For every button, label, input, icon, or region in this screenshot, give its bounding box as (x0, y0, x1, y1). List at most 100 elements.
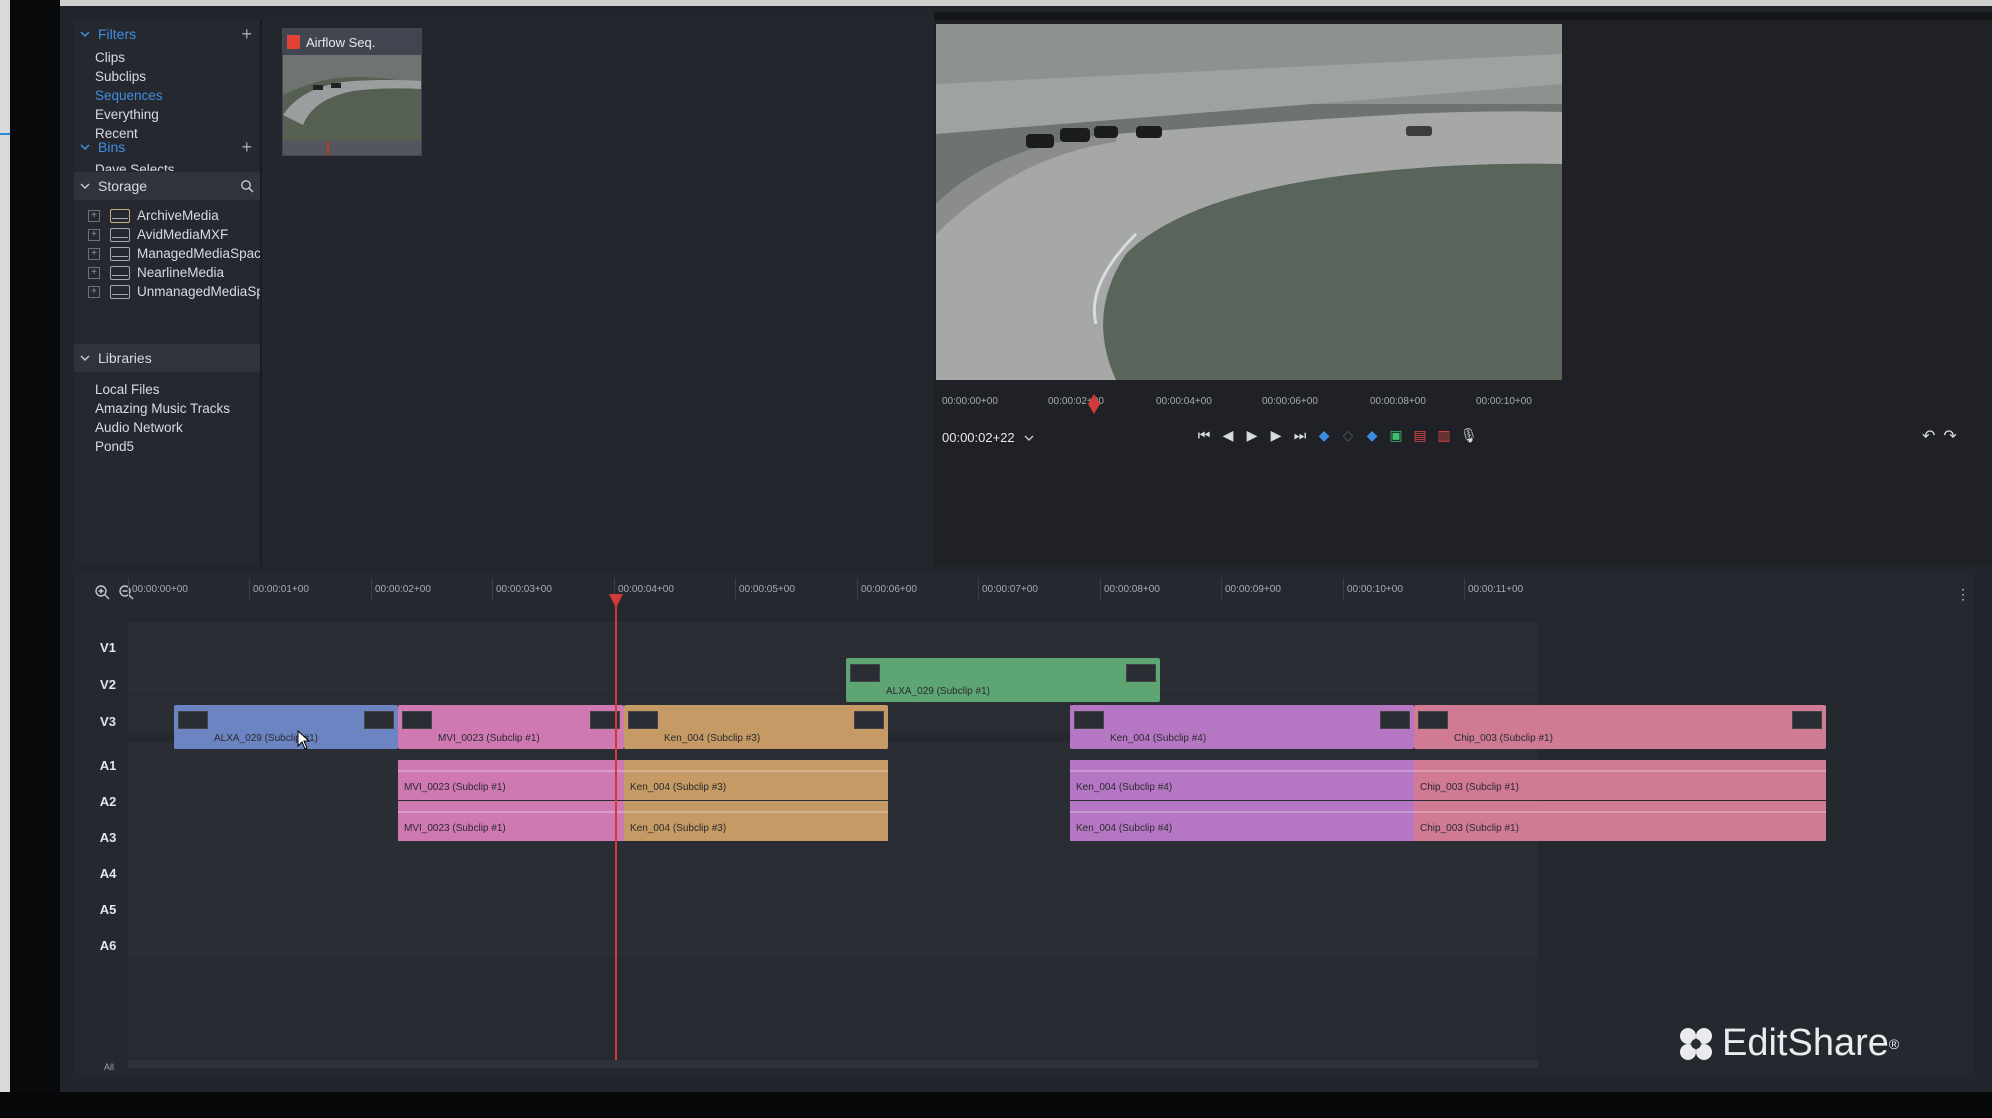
mark-out-icon[interactable]: ◆ (1364, 427, 1380, 444)
zoom-in-icon[interactable] (94, 584, 110, 600)
sequence-thumbnail[interactable]: Airflow Seq. (282, 28, 422, 156)
track-label-a6[interactable]: A6 (88, 938, 128, 953)
step-back-icon[interactable]: ◀ (1220, 427, 1236, 444)
clip-v3-alxa[interactable]: ALXA_029 (Subclip #1) (174, 705, 398, 749)
track-a4[interactable] (128, 850, 1538, 886)
filter-item-subclips[interactable]: Subclips (95, 69, 146, 84)
storage-item-nearlinemedia[interactable]: + NearlineMedia (88, 265, 224, 280)
search-icon[interactable] (240, 179, 254, 193)
redo-icon[interactable]: ↷ (1943, 426, 1956, 446)
timeline-playhead[interactable] (615, 594, 617, 1064)
track-v2[interactable] (128, 659, 1538, 695)
clip-label: ALXA_029 (Subclip #1) (886, 686, 990, 697)
track-label-a3[interactable]: A3 (88, 830, 128, 845)
expand-icon[interactable]: + (88, 209, 100, 222)
library-item-local-files[interactable]: Local Files (95, 382, 160, 397)
timeline-menu-icon[interactable]: ⋮ (1956, 586, 1970, 603)
go-to-end-icon[interactable]: ⏭ (1292, 427, 1308, 444)
filter-item-clips[interactable]: Clips (95, 50, 125, 65)
track-a6[interactable] (128, 922, 1538, 958)
drive-icon (110, 227, 130, 242)
clip-a1-mvi[interactable]: MVI_0023 (Subclip #1) (398, 760, 624, 800)
bins-section-header[interactable]: Bins + (74, 133, 260, 161)
viewer-header (934, 12, 1992, 20)
filter-item-sequences[interactable]: Sequences (95, 88, 163, 103)
storage-item-unmanagedmediaspace[interactable]: + UnmanagedMediaSp (88, 284, 264, 299)
clip-v3-ken-3[interactable]: Ken_004 (Subclip #3) (624, 705, 888, 749)
track-label-v1[interactable]: V1 (88, 640, 128, 655)
play-icon[interactable]: ▶ (1244, 427, 1260, 444)
thumbnail-scrub-bar[interactable] (283, 141, 421, 155)
clip-label: Ken_004 (Subclip #4) (1110, 733, 1207, 744)
track-label-v2[interactable]: V2 (88, 677, 128, 692)
track-label-a5[interactable]: A5 (88, 902, 128, 917)
library-item-amazing-music-tracks[interactable]: Amazing Music Tracks (95, 401, 230, 416)
step-forward-icon[interactable]: ▶ (1268, 427, 1284, 444)
clip-a1-chip[interactable]: Chip_003 (Subclip #1) (1414, 760, 1826, 800)
libraries-section-header[interactable]: Libraries (74, 344, 260, 372)
drive-icon (110, 208, 130, 223)
timeline-ruler[interactable]: 00:00:00+00 00:00:01+00 00:00:02+00 00:0… (128, 576, 1538, 602)
timeline-horizontal-scrollbar[interactable] (128, 1060, 1538, 1068)
clip-v3-mvi[interactable]: MVI_0023 (Subclip #1) (398, 705, 624, 749)
video-frame[interactable] (936, 24, 1562, 380)
viewer-playhead-icon[interactable] (1088, 394, 1100, 414)
storage-item-avidmediamxf[interactable]: + AvidMediaMXF (88, 227, 228, 242)
extract-icon[interactable]: ▥ (1436, 427, 1452, 444)
timeline-panel: 00:00:00+00 00:00:01+00 00:00:02+00 00:0… (74, 574, 1974, 1078)
editor-app: Filters + Clips Subclips Sequences Every… (60, 6, 1992, 1092)
track-a5[interactable] (128, 886, 1538, 922)
library-item-pond5[interactable]: Pond5 (95, 439, 134, 454)
track-label-a1[interactable]: A1 (88, 758, 128, 773)
storage-item-archivemedia[interactable]: + ArchiveMedia (88, 208, 219, 223)
storage-item-managedmediaspace[interactable]: + ManagedMediaSpac (88, 246, 261, 261)
undo-icon[interactable]: ↶ (1922, 426, 1935, 446)
clip-v2-alxa[interactable]: ALXA_029 (Subclip #1) (846, 658, 1160, 702)
track-label-a4[interactable]: A4 (88, 866, 128, 881)
chevron-down-icon (80, 183, 90, 190)
clip-v3-chip[interactable]: Chip_003 (Subclip #1) (1414, 705, 1826, 749)
expand-icon[interactable]: + (88, 266, 100, 279)
clip-a1-ken-3[interactable]: Ken_004 (Subclip #3) (624, 760, 888, 800)
logo-text: EditShare (1722, 1022, 1889, 1064)
add-marker-icon[interactable]: ▣ (1388, 427, 1404, 444)
track-label-v3[interactable]: V3 (88, 714, 128, 729)
library-item-audio-network[interactable]: Audio Network (95, 420, 183, 435)
all-tracks-label[interactable]: All (104, 1062, 114, 1072)
playhead-handle[interactable] (609, 594, 623, 608)
clip-a2-ken-3[interactable]: Ken_004 (Subclip #3) (624, 801, 888, 841)
storage-section-header[interactable]: Storage (74, 172, 260, 200)
audio-waveform (1070, 811, 1414, 813)
go-to-start-icon[interactable]: ⏮ (1196, 427, 1212, 444)
bin-item-dave-selects[interactable]: Dave Selects (95, 163, 175, 171)
viewer-ruler[interactable]: 00:00:00+00 00:00:02+00 00:00:04+00 00:0… (934, 392, 1574, 416)
clip-a2-ken-4[interactable]: Ken_004 (Subclip #4) (1070, 801, 1414, 841)
clip-v3-ken-4[interactable]: Ken_004 (Subclip #4) (1070, 705, 1414, 749)
clip-a2-chip[interactable]: Chip_003 (Subclip #1) (1414, 801, 1826, 841)
expand-icon[interactable]: + (88, 228, 100, 241)
add-filter-icon[interactable]: + (241, 24, 252, 45)
filters-section-header[interactable]: Filters + (74, 20, 260, 48)
clear-marks-icon[interactable]: ◇ (1340, 427, 1356, 444)
chevron-down-icon[interactable] (1024, 434, 1034, 442)
expand-icon[interactable]: + (88, 285, 100, 298)
bin-contents-panel: Airflow Seq. (262, 20, 974, 566)
clip-label: Chip_003 (Subclip #1) (1420, 782, 1519, 793)
timecode-display[interactable]: 00:00:02+22 (942, 430, 1034, 445)
lift-icon[interactable]: ▤ (1412, 427, 1428, 444)
clip-label: Ken_004 (Subclip #4) (1076, 823, 1173, 834)
expand-icon[interactable]: + (88, 247, 100, 260)
audio-waveform (624, 811, 888, 813)
clip-a1-ken-4[interactable]: Ken_004 (Subclip #4) (1070, 760, 1414, 800)
track-empty-area[interactable] (128, 958, 1538, 1058)
storage-item-label: ManagedMediaSpac (137, 246, 261, 261)
track-v1[interactable] (128, 622, 1538, 658)
add-bin-icon[interactable]: + (241, 137, 252, 158)
mark-in-icon[interactable]: ◆ (1316, 427, 1332, 444)
microphone-icon[interactable]: 🎙 (1460, 427, 1478, 444)
clip-label: Chip_003 (Subclip #1) (1454, 733, 1553, 744)
track-label-a2[interactable]: A2 (88, 794, 128, 809)
undo-redo-controls: ↶ ↷ (1922, 426, 1957, 446)
clip-a2-mvi[interactable]: MVI_0023 (Subclip #1) (398, 801, 624, 841)
filter-item-everything[interactable]: Everything (95, 107, 159, 122)
